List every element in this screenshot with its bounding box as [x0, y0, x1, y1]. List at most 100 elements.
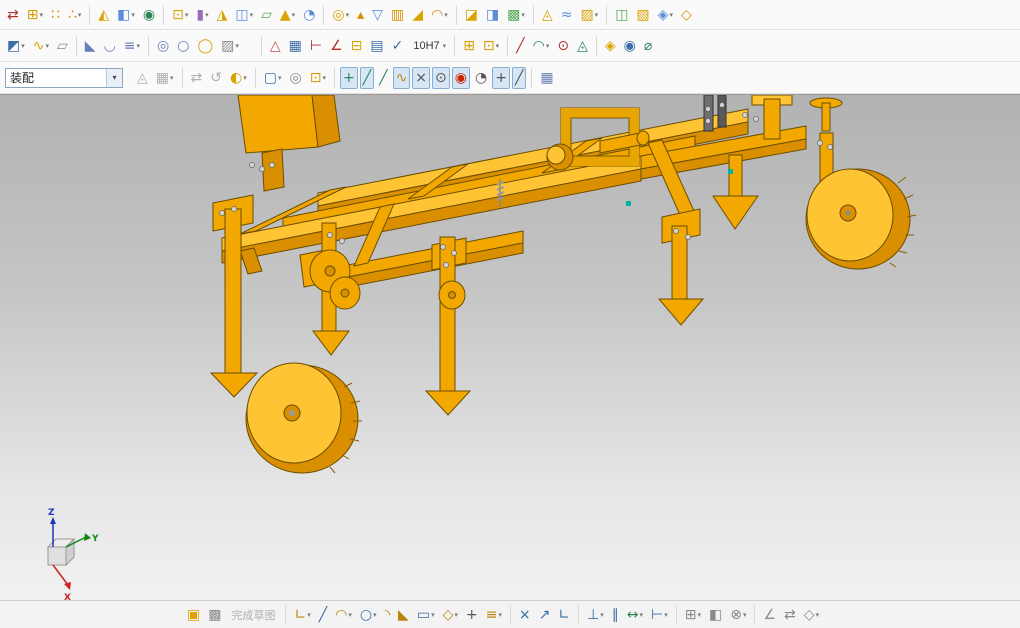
flange-icon[interactable]: ◣	[82, 35, 99, 57]
left-wheel[interactable]	[246, 363, 362, 473]
datum-axis-icon[interactable]: ◭	[95, 4, 112, 26]
datum-triangle-icon[interactable]: △	[267, 35, 284, 57]
grid-snap-icon[interactable]: ▦	[537, 67, 556, 89]
snap-arc-center-icon[interactable]: ⊙	[432, 67, 450, 89]
circle-icon[interactable]: ○▾	[357, 604, 380, 626]
dropdown-arrow-icon[interactable]: ▾	[664, 611, 668, 619]
sew-icon[interactable]: ◈▾	[655, 4, 676, 26]
dropdown-arrow-icon[interactable]: ▾	[498, 611, 502, 619]
unite-icon[interactable]: ◫▾	[232, 4, 256, 26]
geometric-constraints-icon[interactable]: ⊥▾	[584, 604, 607, 626]
trim-body-icon[interactable]: ◪	[462, 4, 481, 26]
dropdown-arrow-icon[interactable]: ▾	[39, 11, 43, 19]
bend-icon[interactable]: ◡	[101, 35, 119, 57]
part-family-table-icon[interactable]: ▦	[286, 35, 305, 57]
alternate-solution-icon[interactable]: ⇄	[781, 604, 799, 626]
sphere-select-icon[interactable]: ◎	[286, 67, 304, 89]
dropdown-arrow-icon[interactable]: ▾	[235, 42, 239, 50]
measure-icon[interactable]: ⌀	[641, 35, 655, 57]
dropdown-arrow-icon[interactable]: ▾	[243, 74, 247, 82]
studio-spline-icon[interactable]: ∿▾	[30, 35, 52, 57]
patch-icon[interactable]: ▧	[633, 4, 652, 26]
add-component-icon[interactable]: ⊡▾	[480, 35, 502, 57]
block-icon[interactable]: ⊡▾	[169, 4, 191, 26]
solid-select-icon[interactable]: ⊡▾	[307, 67, 329, 89]
move-rotate-icon[interactable]: ⇄	[4, 4, 22, 26]
analysis-icon[interactable]: ◬	[574, 35, 591, 57]
swept-icon[interactable]: ◬	[539, 4, 556, 26]
graphics-viewport[interactable]: Z Y X	[0, 94, 1020, 600]
quick-trim-icon[interactable]: ×	[516, 604, 534, 626]
dropdown-arrow-icon[interactable]: ▾	[496, 42, 500, 50]
dropdown-arrow-icon[interactable]: ▾	[546, 42, 550, 50]
dropdown-arrow-icon[interactable]: ▾	[640, 611, 644, 619]
revolve-icon[interactable]: ◔	[300, 4, 318, 26]
surface-patch-icon[interactable]: ▱	[54, 35, 71, 57]
hatch-icon[interactable]: ▨▾	[218, 35, 242, 57]
direct-sketch-icon[interactable]: ◩▾	[4, 35, 28, 57]
snap-circle-center-icon[interactable]: ◉	[452, 67, 470, 89]
split-body-icon[interactable]: ◨	[483, 4, 502, 26]
dropdown-arrow-icon[interactable]: ▾	[669, 11, 673, 19]
tolerance-frame-icon[interactable]: ⊟	[348, 35, 366, 57]
fillet-icon[interactable]: ◝	[382, 604, 393, 626]
dropdown-arrow-icon[interactable]: ▾	[185, 11, 189, 19]
snap-existing-point-icon[interactable]: +	[492, 67, 510, 89]
dropdown-arrow-icon[interactable]: ▾	[307, 611, 311, 619]
arc-tool-icon[interactable]: ◠▾	[530, 35, 553, 57]
dropdown-arrow-icon[interactable]: ▾	[743, 611, 747, 619]
annotation-icon[interactable]: ▤	[367, 35, 386, 57]
datum-plane-icon[interactable]: ◧▾	[114, 4, 138, 26]
snap-point-on-curve-icon[interactable]: ╱	[512, 67, 526, 89]
snap-intersection-icon[interactable]: ×	[412, 67, 430, 89]
combo-dropdown-icon[interactable]: ▾	[106, 69, 122, 87]
snap-mid-point-icon[interactable]: ╱	[376, 67, 390, 89]
finish-sketch-icon[interactable]: ▣	[184, 604, 203, 626]
offset-surface-icon[interactable]: ◫	[612, 4, 631, 26]
dropdown-arrow-icon[interactable]: ▾	[346, 11, 350, 19]
dropdown-arrow-icon[interactable]: ▾	[595, 11, 599, 19]
parallel-constraint-icon[interactable]: ∥	[609, 604, 622, 626]
cylinder-icon[interactable]: ▮▾	[193, 4, 211, 26]
sketch-flag-icon[interactable]: ▩	[205, 604, 224, 626]
fit-tolerance-select[interactable]: 10H7▾	[408, 35, 449, 57]
section-analysis-icon[interactable]: ◈	[602, 35, 619, 57]
assemble-icon[interactable]: ⊞▾	[24, 4, 46, 26]
auto-dimension-icon[interactable]: ⊢▾	[648, 604, 671, 626]
make-corner-icon[interactable]: ∟	[555, 604, 573, 626]
dropdown-arrow-icon[interactable]: ▾	[78, 11, 82, 19]
boss-icon[interactable]: ▴	[354, 4, 367, 26]
intersection-curve-icon[interactable]: ⊗▾	[727, 604, 749, 626]
point-icon[interactable]: +	[463, 604, 481, 626]
right-wheel[interactable]	[806, 169, 916, 269]
edge-blend-icon[interactable]: ◠▾	[428, 4, 451, 26]
ruled-surface-icon[interactable]: ▨▾	[577, 4, 601, 26]
pocket-icon[interactable]: ▽	[369, 4, 386, 26]
sketch-relations-icon[interactable]: ∠	[760, 604, 779, 626]
corner-chamfer-icon[interactable]: ◣	[395, 604, 412, 626]
dropdown-arrow-icon[interactable]: ▾	[444, 11, 448, 19]
dropdown-arrow-icon[interactable]: ▾	[697, 611, 701, 619]
contour-flange-icon[interactable]: ≡▾	[121, 35, 143, 57]
dropdown-arrow-icon[interactable]: ▾	[443, 42, 447, 50]
pattern-curve-icon[interactable]: ⊞▾	[682, 604, 704, 626]
dropdown-arrow-icon[interactable]: ▾	[205, 11, 209, 19]
spring-icon[interactable]: ◎	[154, 35, 172, 57]
dropdown-arrow-icon[interactable]: ▾	[322, 74, 326, 82]
snap-quadrant-icon[interactable]: ◔	[472, 67, 490, 89]
point-icon[interactable]: ◉	[140, 4, 158, 26]
dropdown-arrow-icon[interactable]: ▾	[170, 74, 174, 82]
sheet-body-icon[interactable]: ▱	[258, 4, 275, 26]
profile-icon[interactable]: ∟▾	[291, 604, 313, 626]
chamfer-icon[interactable]: ◢	[409, 4, 426, 26]
dropdown-arrow-icon[interactable]: ▾	[348, 611, 352, 619]
assembly-constraint-icon[interactable]: ⊞	[460, 35, 478, 57]
dropdown-arrow-icon[interactable]: ▾	[292, 11, 296, 19]
snap-knot-point-icon[interactable]: ∿	[393, 67, 411, 89]
pattern-array-icon[interactable]: ∷	[48, 4, 63, 26]
dropdown-arrow-icon[interactable]: ▾	[131, 11, 135, 19]
tube-icon[interactable]: ◯	[194, 35, 216, 57]
cluster-points-icon[interactable]: ∴▾	[65, 4, 84, 26]
orientation-triad[interactable]: Z Y X	[48, 508, 99, 601]
hole-icon[interactable]: ◎▾	[329, 4, 352, 26]
